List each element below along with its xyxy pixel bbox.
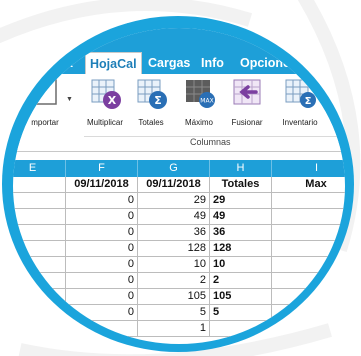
chevron-down-icon[interactable]: ▼	[66, 96, 73, 103]
table-cell[interactable]: 09/11/2018	[138, 177, 210, 193]
table-cell[interactable]: 49	[138, 209, 210, 225]
table-cell[interactable]: 0	[66, 273, 138, 289]
table-cell[interactable]: 105	[138, 289, 210, 305]
tab-hojacal[interactable]: HojaCal	[85, 52, 142, 74]
table-cell[interactable]	[66, 321, 138, 337]
table-cell[interactable]: 2	[210, 273, 272, 289]
table-cell[interactable]: 128	[138, 241, 210, 257]
tab-info[interactable]: Info	[201, 52, 224, 74]
table-cell[interactable]: 0	[66, 289, 138, 305]
table-cell[interactable]: 10	[138, 257, 210, 273]
tab-vista[interactable]: ita	[58, 52, 73, 74]
table-cell[interactable]: 5	[210, 305, 272, 321]
table-cell[interactable]: 2	[272, 193, 345, 209]
table-cell[interactable]: 2	[138, 273, 210, 289]
table-cell[interactable]: 0	[66, 257, 138, 273]
ribbon-group-label: Columnas	[190, 137, 231, 147]
table-cell[interactable]	[13, 289, 66, 305]
column-header-e[interactable]: E	[13, 160, 66, 177]
table-cell[interactable]: 105	[210, 289, 272, 305]
tab-opciones[interactable]: Opciones	[240, 52, 297, 74]
max-icon: MAX	[186, 80, 215, 108]
column-header-h[interactable]: H	[210, 160, 272, 177]
table-cell[interactable]	[13, 257, 66, 273]
column-header-bar: E F G H I	[13, 160, 345, 177]
sum-icon: Σ	[137, 79, 167, 109]
table-cell[interactable]	[272, 241, 345, 257]
svg-text:X: X	[108, 94, 117, 107]
table-cell[interactable]	[272, 225, 345, 241]
table-cell[interactable]: 29	[138, 193, 210, 209]
merge-icon	[233, 79, 261, 105]
table-cell[interactable]: 09/11/2018	[66, 177, 138, 193]
table-cell[interactable]: 0	[66, 225, 138, 241]
table-cell[interactable]: Max	[272, 177, 345, 193]
table-cell[interactable]	[13, 273, 66, 289]
table-cell[interactable]: L	[13, 209, 66, 225]
table-cell[interactable]: 0	[66, 241, 138, 257]
table-cell[interactable]: L	[13, 225, 66, 241]
table-cell[interactable]	[272, 257, 345, 273]
table-cell[interactable]: C	[13, 177, 66, 193]
inventory-icon: Σ	[285, 79, 316, 108]
ribbon-tab-strip: ita HojaCal Cargas Info Opciones	[13, 28, 345, 74]
table-cell[interactable]	[272, 273, 345, 289]
table-cell[interactable]: 49	[210, 209, 272, 225]
magnifier-lens: ita HojaCal Cargas Info Opciones mportar…	[13, 28, 345, 344]
svg-text:Σ: Σ	[305, 96, 312, 107]
svg-text:MAX: MAX	[200, 98, 213, 105]
column-header-i[interactable]: I	[272, 160, 345, 177]
table-cell[interactable]	[272, 305, 345, 321]
table-cell[interactable]: 36	[210, 225, 272, 241]
tab-cargas[interactable]: Cargas	[148, 52, 190, 74]
table-cell[interactable]: 0	[66, 193, 138, 209]
table-cell[interactable]: L	[13, 241, 66, 257]
import-icon	[31, 79, 57, 105]
column-header-f[interactable]: F	[66, 160, 138, 177]
column-header-g[interactable]: G	[138, 160, 210, 177]
table-cell[interactable]: 0	[66, 305, 138, 321]
table-cell[interactable]: 10	[210, 257, 272, 273]
table-cell[interactable]	[272, 321, 345, 337]
table-cell[interactable]: 4	[272, 209, 345, 225]
svg-text:Σ: Σ	[154, 94, 162, 107]
table-cell[interactable]	[272, 289, 345, 305]
table-cell[interactable]: 1	[138, 321, 210, 337]
table-cell[interactable]: 128	[210, 241, 272, 257]
table-cell[interactable]: 0	[66, 209, 138, 225]
table-cell[interactable]	[13, 321, 66, 337]
table-cell[interactable]: 5	[138, 305, 210, 321]
table-cell[interactable]: L	[13, 193, 66, 209]
table-cell[interactable]: Totales	[210, 177, 272, 193]
table-cell[interactable]	[210, 321, 272, 337]
table-cell[interactable]	[13, 305, 66, 321]
table-cell[interactable]: 29	[210, 193, 272, 209]
table-cell[interactable]: 36	[138, 225, 210, 241]
multiply-icon: X	[91, 79, 121, 109]
